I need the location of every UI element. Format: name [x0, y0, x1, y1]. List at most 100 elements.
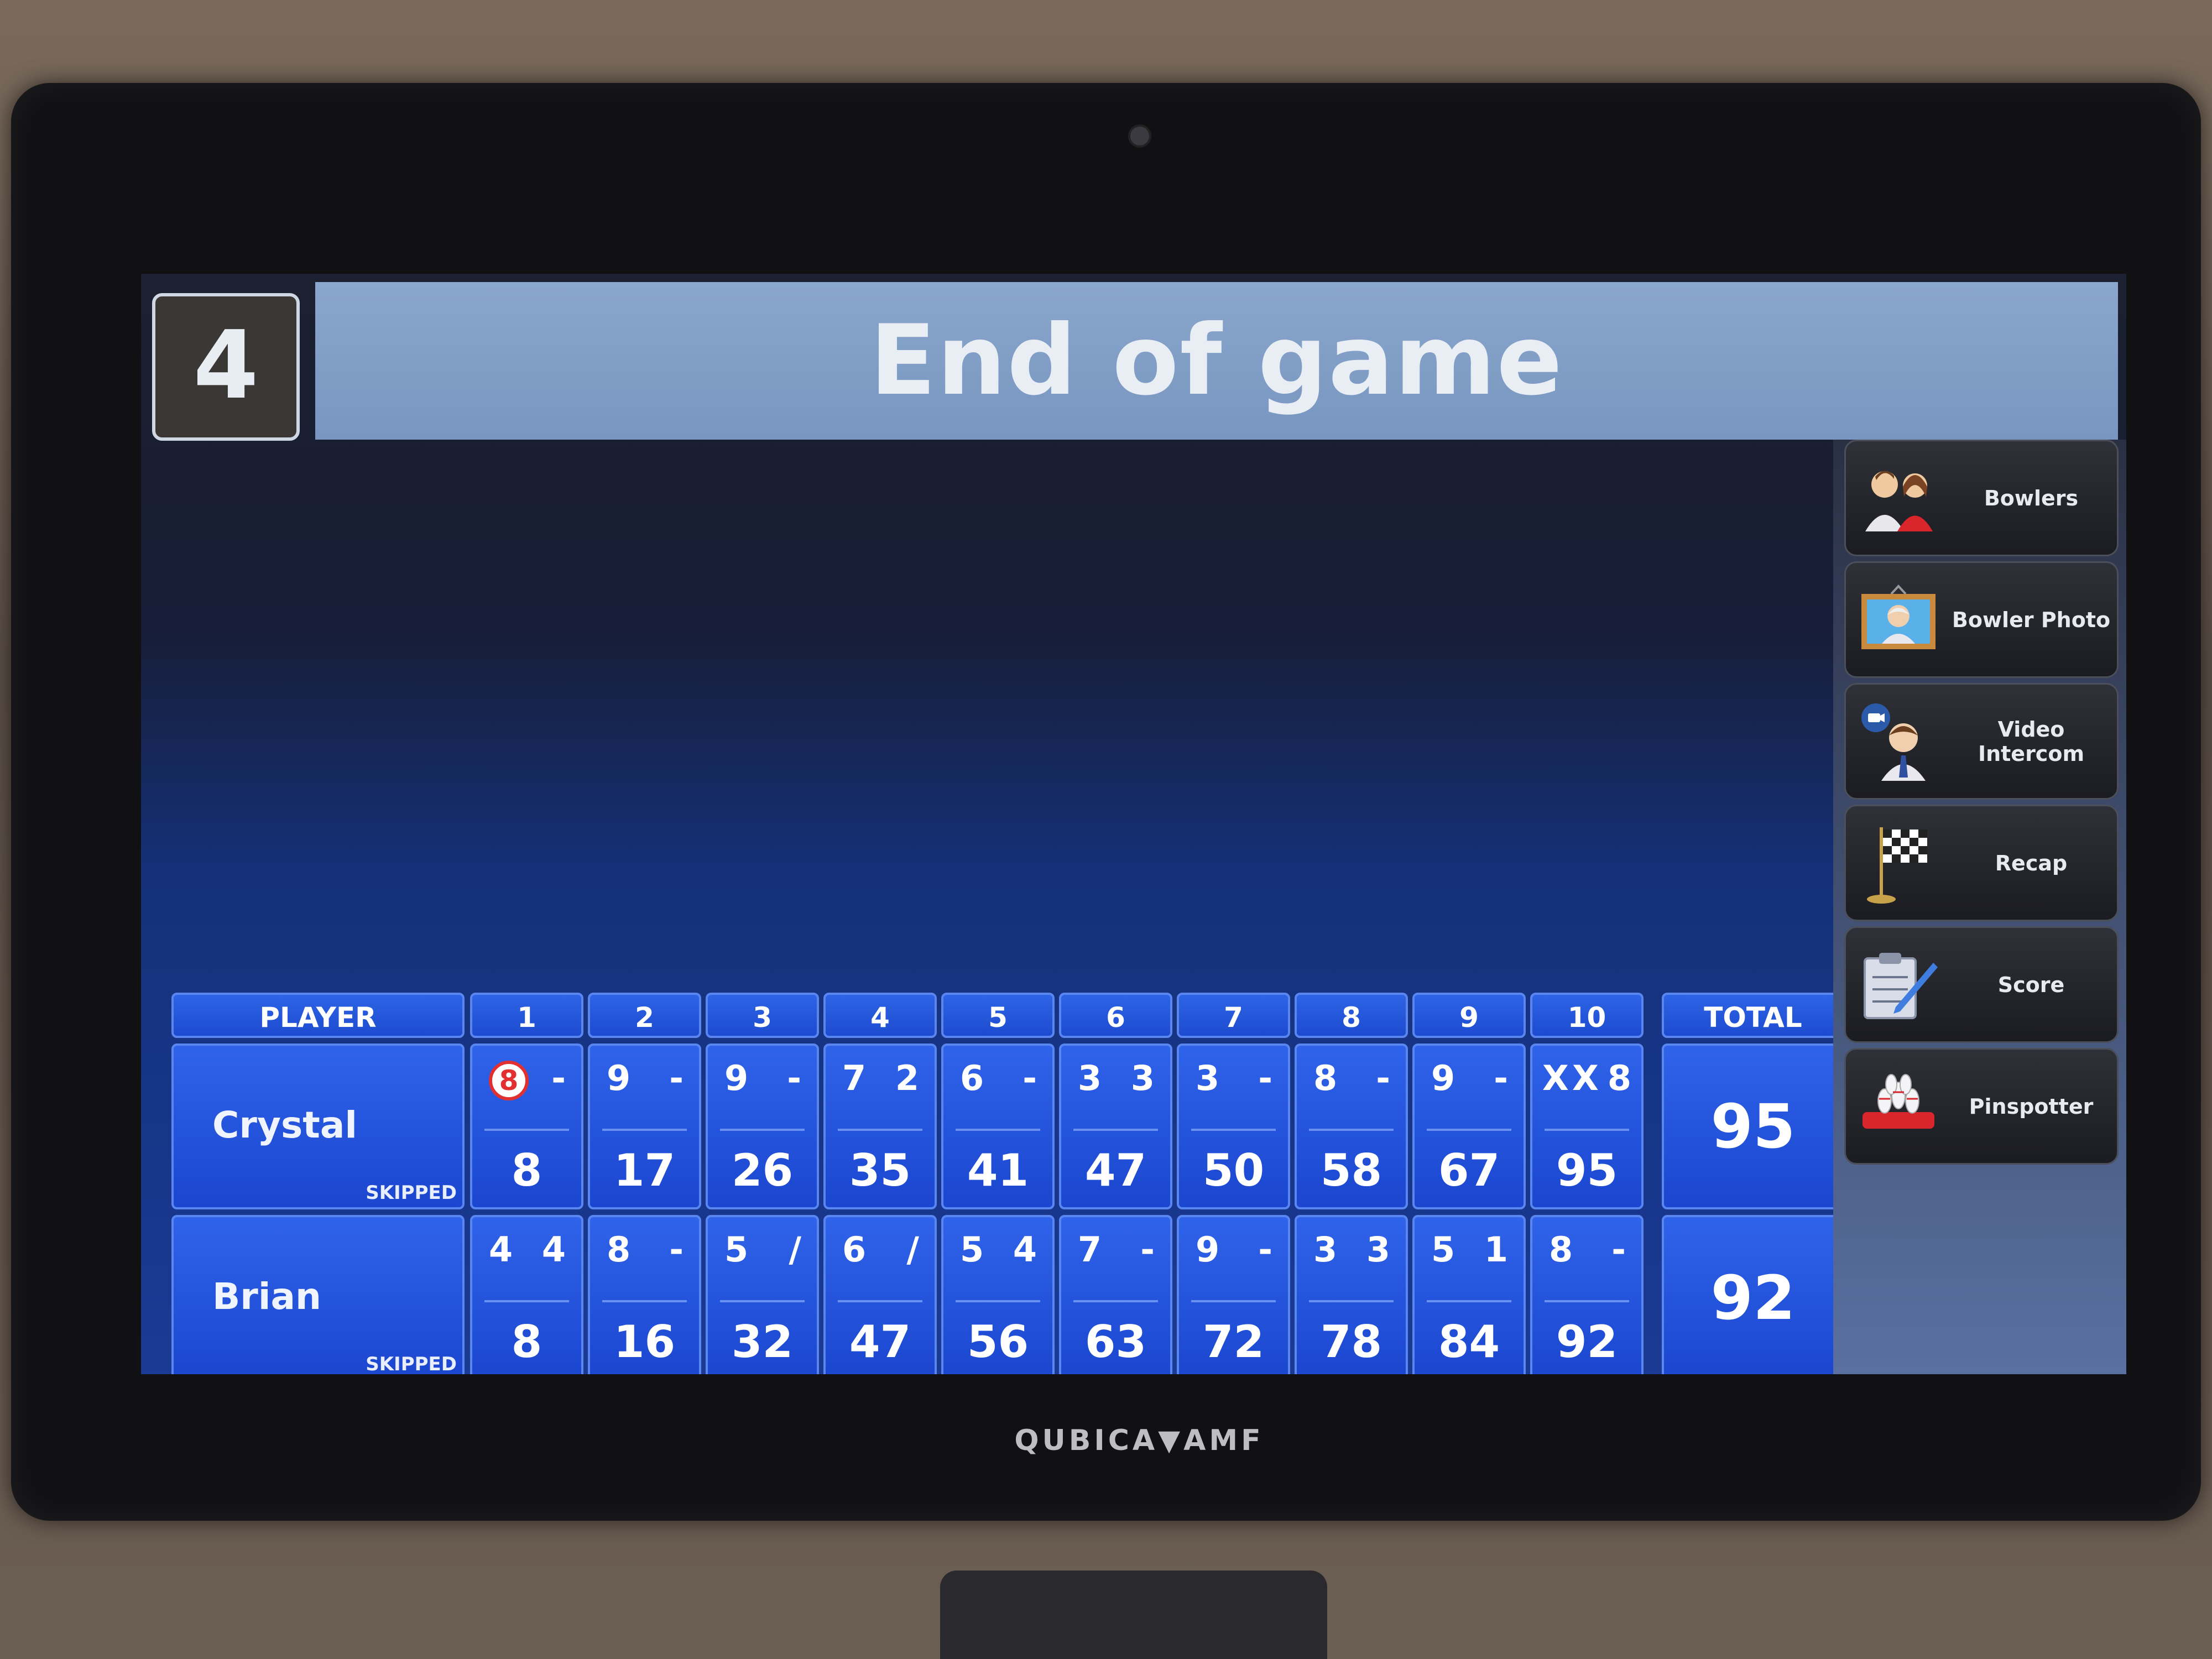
- ball-1: 7: [842, 1058, 867, 1098]
- bowler-photo-label: Bowler Photo: [1952, 607, 2111, 632]
- total-cell: 92: [1662, 1215, 1844, 1374]
- header-frame-8: 8: [1295, 993, 1408, 1038]
- player-name-cell[interactable]: Brian SKIPPED: [171, 1215, 465, 1374]
- running-score: 92: [1556, 1316, 1618, 1368]
- frame-divider: [838, 1300, 922, 1302]
- frame-divider: [1545, 1300, 1629, 1302]
- header-total: TOTAL: [1662, 993, 1844, 1038]
- player-name: Crystal: [212, 1104, 358, 1146]
- ball-2: /: [906, 1229, 919, 1270]
- running-score: 8: [511, 1316, 542, 1368]
- frame-cell: 9- 26: [706, 1044, 819, 1209]
- frame-divider: [1073, 1129, 1158, 1131]
- frame-divider: [720, 1300, 805, 1302]
- ball-2: -: [1258, 1229, 1272, 1270]
- frame-divider: [1427, 1300, 1511, 1302]
- frame-cell: 7 2 35: [823, 1044, 937, 1209]
- recap-button[interactable]: Recap: [1844, 805, 2119, 921]
- player-status: SKIPPED: [366, 1353, 457, 1374]
- running-score: 8: [511, 1145, 542, 1196]
- running-score: 47: [849, 1316, 911, 1368]
- running-score: 16: [613, 1316, 676, 1368]
- ball-2: -: [1258, 1058, 1272, 1098]
- frame-divider: [956, 1129, 1040, 1131]
- running-score: 41: [967, 1145, 1029, 1196]
- split-ball-indicator: 8: [489, 1058, 529, 1100]
- frame-divider: [1191, 1129, 1276, 1131]
- ball-1: 6: [960, 1058, 984, 1098]
- ball-1: 5: [724, 1229, 749, 1270]
- header-frame-10: 10: [1530, 993, 1644, 1038]
- ball-2: -: [1494, 1058, 1508, 1098]
- tablet-stand: [940, 1571, 1327, 1659]
- checkered-flag-icon: [1851, 816, 1945, 910]
- frame-divider: [956, 1300, 1040, 1302]
- ball-1: 9: [724, 1058, 749, 1098]
- frame-cell: 9- 67: [1412, 1044, 1526, 1209]
- ball-1: 5: [1431, 1229, 1455, 1270]
- player-status: SKIPPED: [366, 1182, 457, 1204]
- running-score: 95: [1556, 1145, 1618, 1196]
- pinspotter-button[interactable]: Pinspotter: [1844, 1048, 2119, 1165]
- score-clipboard-icon: [1851, 938, 1945, 1032]
- frame-cell: X X 8 95: [1530, 1044, 1644, 1209]
- frame-divider: [838, 1129, 922, 1131]
- ball-1: 5: [960, 1229, 984, 1270]
- lane-number: 4: [152, 293, 300, 441]
- header-frame-5: 5: [941, 993, 1055, 1038]
- bowler-photo-button[interactable]: Bowler Photo: [1844, 561, 2119, 678]
- frame-cell: 6- 41: [941, 1044, 1055, 1209]
- screen: 4 End of game PLAYER 1 2 3 4 5 6 7 8 9 10 TOTAL C…: [141, 274, 2126, 1374]
- running-score: 17: [613, 1145, 676, 1196]
- score-label: Score: [1997, 972, 2065, 997]
- ball-1: 9: [1196, 1229, 1220, 1270]
- ball-1: 8: [607, 1229, 631, 1270]
- frame-cell: 8- 16: [588, 1215, 701, 1374]
- running-score: 47: [1084, 1145, 1147, 1196]
- ball-2: 4: [1013, 1229, 1037, 1270]
- player-name: Brian: [212, 1275, 322, 1318]
- frame-divider: [1545, 1129, 1629, 1131]
- ball-2: -: [669, 1058, 684, 1098]
- running-score: 56: [967, 1316, 1029, 1368]
- header-frame-7: 7: [1177, 993, 1290, 1038]
- frame-cell: 9- 17: [588, 1044, 701, 1209]
- bowlers-label: Bowlers: [1984, 486, 2079, 510]
- frame-cell: 44 8: [470, 1215, 583, 1374]
- ball-1: 8: [1313, 1058, 1338, 1098]
- player-name-cell[interactable]: Crystal SKIPPED: [171, 1044, 465, 1209]
- header-frame-9: 9: [1412, 993, 1526, 1038]
- ball-2: 3: [1366, 1229, 1390, 1270]
- brand-logo: QUBICA▼AMF: [1014, 1424, 1264, 1457]
- score-button[interactable]: Score: [1844, 926, 2119, 1043]
- frame-cell: 3 3 78: [1295, 1215, 1408, 1374]
- bowlers-button[interactable]: Bowlers: [1844, 440, 2119, 556]
- bowlers-icon: [1851, 451, 1945, 545]
- ball-1: 3: [1078, 1058, 1102, 1098]
- frame-divider: [1427, 1129, 1511, 1131]
- frame-divider: [1073, 1300, 1158, 1302]
- frame-divider: [1191, 1300, 1276, 1302]
- running-score: 78: [1320, 1316, 1383, 1368]
- frame-divider: [484, 1129, 569, 1131]
- ball-3: 8: [1607, 1058, 1631, 1098]
- video-intercom-label: Video Intercom: [1978, 717, 2085, 766]
- frame-divider: [602, 1129, 687, 1131]
- running-score: 58: [1320, 1145, 1383, 1196]
- header-frame-2: 2: [588, 993, 701, 1038]
- ball-1: 7: [1078, 1229, 1102, 1270]
- header-frame-1: 1: [470, 993, 583, 1038]
- running-score: 63: [1084, 1316, 1147, 1368]
- header-frame-3: 3: [706, 993, 819, 1038]
- ball-1: 4: [489, 1229, 513, 1270]
- frame-cell: 7- 63: [1059, 1215, 1172, 1374]
- sidebar: Bowlers Bowler Photo Video Intercom Reca…: [1833, 440, 2126, 1374]
- video-intercom-icon: [1851, 695, 1945, 789]
- frame-cell: 3 3 47: [1059, 1044, 1172, 1209]
- ball-2: -: [787, 1058, 801, 1098]
- running-score: 26: [731, 1145, 794, 1196]
- frame-cell: 6 / 47: [823, 1215, 937, 1374]
- frame-divider: [1309, 1129, 1394, 1131]
- running-score: 72: [1202, 1316, 1265, 1368]
- video-intercom-button[interactable]: Video Intercom: [1844, 683, 2119, 800]
